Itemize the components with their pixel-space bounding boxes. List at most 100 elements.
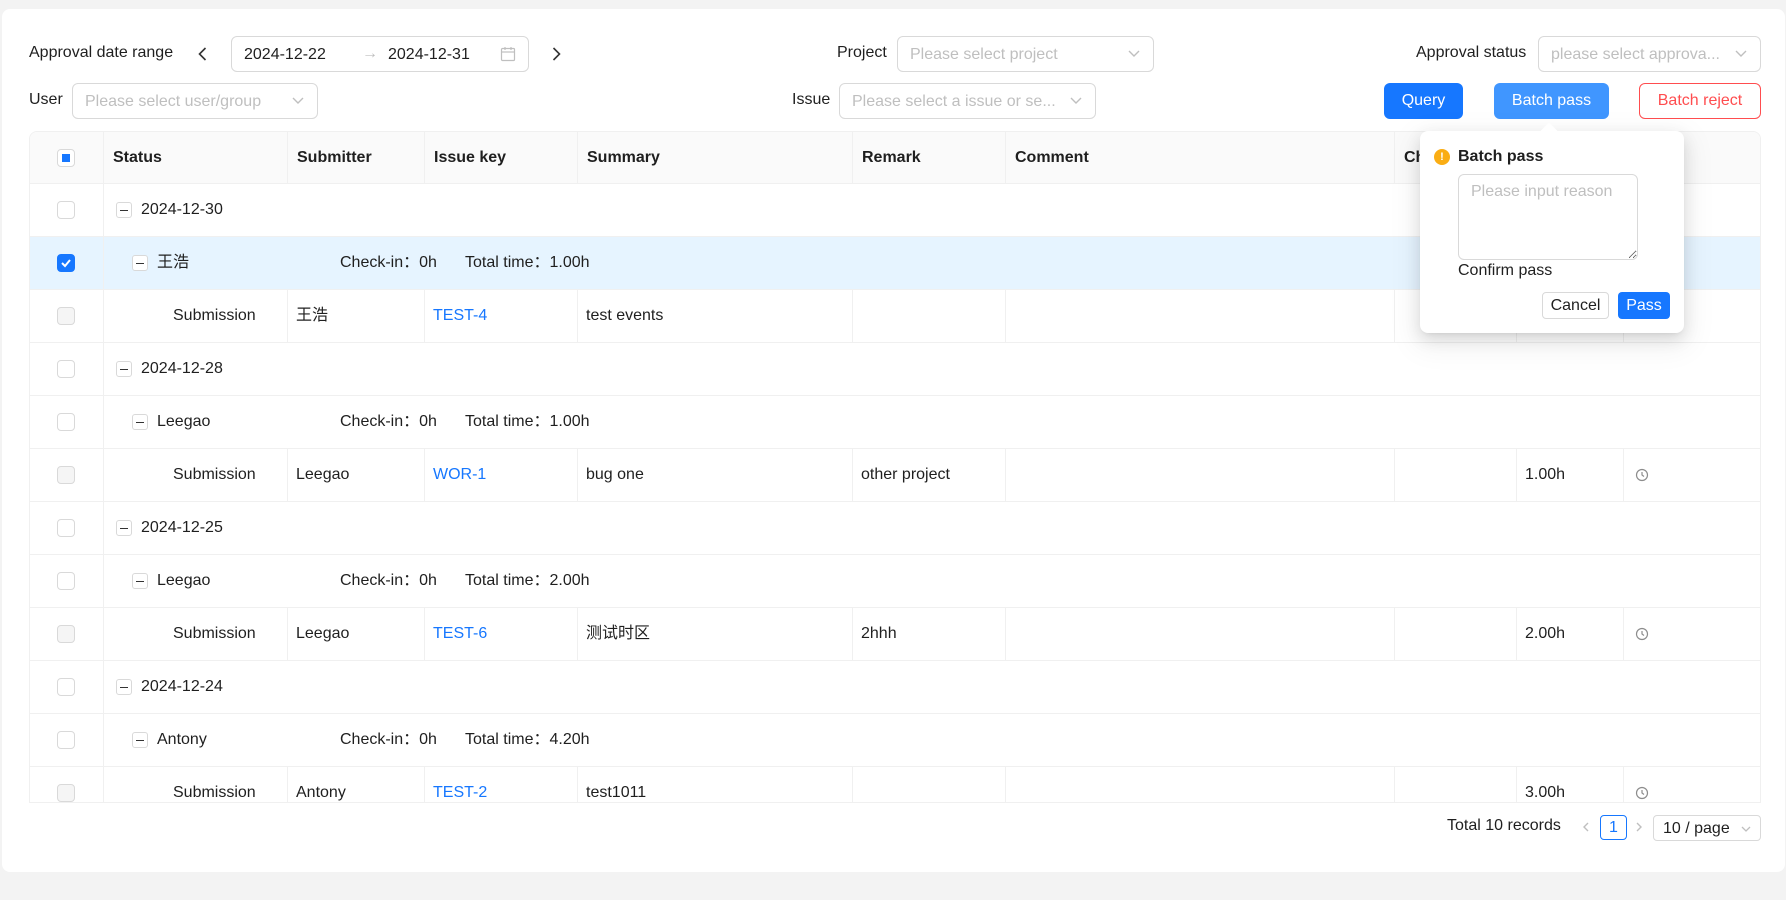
prev-range-button[interactable] [194,45,212,63]
date-range-label: Approval date range [29,44,174,61]
clock-icon[interactable] [1635,786,1649,800]
row-issue-key-link[interactable]: WOR-1 [433,449,486,501]
row-checkbox[interactable] [57,678,75,696]
page-size-value: 10 / page [1663,820,1730,837]
group-checkin: Check-in：0h [340,413,437,430]
group-user: Leegao [157,572,211,589]
column-header-status[interactable]: Status [103,132,287,184]
cancel-button[interactable]: Cancel [1542,292,1609,319]
chevron-left-icon [1583,822,1589,832]
column-header-submitter[interactable]: Submitter [287,132,424,184]
batch-pass-button[interactable]: Batch pass [1494,83,1609,119]
group-checkin: Check-in：0h [340,731,437,748]
issue-select[interactable]: Please select a issue or se... [839,83,1096,119]
exclamation-circle-icon: ! [1434,149,1450,165]
issue-label: Issue [792,91,831,108]
chevron-down-icon [291,93,305,107]
row-summary: test events [586,307,664,324]
chevron-down-icon [1734,46,1748,60]
approval-status-placeholder: please select approva... [1551,46,1720,63]
chevron-down-icon [1069,93,1083,107]
row-checkbox[interactable] [57,731,75,749]
group-checkin: Check-in：0h [340,572,437,589]
batch-reject-button[interactable]: Batch reject [1639,83,1761,119]
range-arrow-icon: → [362,45,378,62]
clock-icon[interactable] [1635,627,1649,641]
row-time: 1.00h [1525,466,1566,483]
row-checkbox[interactable] [57,307,75,325]
collapse-icon[interactable] [116,520,132,536]
page-1-button[interactable]: 1 [1600,815,1627,840]
date-end-value[interactable]: 2024-12-31 [388,46,470,64]
row-checkbox[interactable] [57,466,75,484]
group-date: 2024-12-25 [141,519,223,536]
table-row: Submission Leegao TEST-6 测试时区 2hhh 2.00h [30,608,1760,661]
row-checkbox[interactable] [57,572,75,590]
user-group-row: Leegao Check-in：0h Total time：1.00h [30,396,1760,449]
popover-title: Batch pass [1458,148,1544,165]
column-header-summary[interactable]: Summary [577,132,852,184]
column-header-comment[interactable]: Comment [1005,132,1394,184]
column-header-issue-key[interactable]: Issue key [424,132,577,184]
user-group-row: Leegao Check-in：0h Total time：2.00h [30,555,1760,608]
row-checkbox[interactable] [57,625,75,643]
row-issue-key-link[interactable]: TEST-4 [433,290,487,342]
next-range-button[interactable] [547,45,565,63]
row-remark: 2hhh [861,625,897,642]
collapse-icon[interactable] [116,679,132,695]
chevron-left-icon [198,47,207,61]
row-checkbox[interactable] [57,254,75,272]
date-range-picker[interactable]: 2024-12-22 → 2024-12-31 [231,36,529,72]
user-select[interactable]: Please select user/group [72,83,318,119]
project-placeholder: Please select project [910,46,1058,63]
row-issue-key-link[interactable]: TEST-6 [433,608,487,660]
row-issue-key-link[interactable]: TEST-2 [433,767,487,802]
chevron-down-icon [1740,822,1752,840]
column-header-remark[interactable]: Remark [852,132,1005,184]
row-checkbox[interactable] [57,784,75,802]
row-submitter: 王浩 [296,307,329,324]
row-checkbox[interactable] [57,413,75,431]
group-checkin: Check-in：0h [340,254,437,271]
group-user: Antony [157,731,207,748]
project-label: Project [837,44,887,61]
group-total-time: Total time：1.00h [465,254,590,271]
clock-icon[interactable] [1635,468,1649,482]
row-status: Submission [173,784,256,801]
row-status: Submission [173,625,256,642]
next-page-button[interactable] [1633,817,1647,837]
query-button[interactable]: Query [1384,83,1463,119]
row-time: 3.00h [1525,784,1566,801]
date-group-row: 2024-12-25 [30,502,1760,555]
group-total-time: Total time：2.00h [465,572,590,589]
user-group-row: Antony Check-in：0h Total time：4.20h [30,714,1760,767]
row-submitter: Leegao [296,466,350,483]
row-time: 2.00h [1525,625,1566,642]
project-select[interactable]: Please select project [897,36,1154,72]
row-checkbox[interactable] [57,201,75,219]
page-size-select[interactable]: 10 / page [1653,815,1761,841]
collapse-icon[interactable] [132,255,148,271]
collapse-icon[interactable] [132,573,148,589]
table-row: Submission Antony TEST-2 test1011 3.00h [30,767,1760,802]
reason-textarea[interactable] [1458,174,1638,260]
select-all-checkbox[interactable] [57,149,75,167]
collapse-icon[interactable] [132,414,148,430]
date-start-value[interactable]: 2024-12-22 [244,46,326,64]
group-date: 2024-12-24 [141,678,223,695]
batch-pass-popover: ! Batch pass Confirm pass Cancel Pass [1420,122,1684,333]
row-checkbox[interactable] [57,519,75,537]
collapse-icon[interactable] [132,732,148,748]
row-summary: test1011 [586,784,647,801]
table-row: Submission Leegao WOR-1 bug one other pr… [30,449,1760,502]
pass-button[interactable]: Pass [1618,292,1670,319]
collapse-icon[interactable] [116,361,132,377]
approval-status-select[interactable]: please select approva... [1538,36,1761,72]
group-date: 2024-12-30 [141,201,223,218]
issue-placeholder: Please select a issue or se... [852,93,1056,110]
collapse-icon[interactable] [116,202,132,218]
row-remark: other project [861,466,950,483]
prev-page-button[interactable] [1580,817,1594,837]
row-checkbox[interactable] [57,360,75,378]
row-submitter: Antony [296,784,346,801]
